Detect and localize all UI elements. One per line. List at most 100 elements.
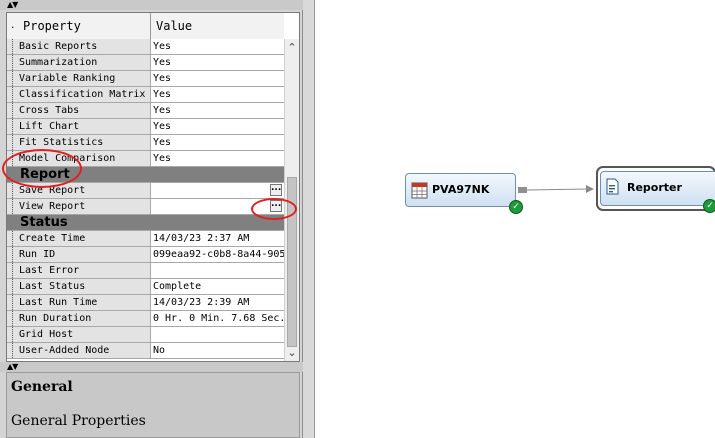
header-value[interactable]: Value	[156, 13, 192, 39]
property-row[interactable]: Basic Reports Yes	[7, 39, 284, 55]
panel-splitter[interactable]	[303, 0, 315, 438]
node-output-port[interactable]	[518, 187, 527, 193]
node-reporter-selected[interactable]: Reporter	[596, 166, 715, 211]
property-value[interactable]	[151, 327, 284, 342]
property-row[interactable]: View Report...	[7, 199, 284, 215]
property-row[interactable]: Summarization Yes	[7, 55, 284, 71]
property-value-text: 0 Hr. 0 Min. 7.68 Sec.	[153, 313, 284, 324]
header-dot: .	[10, 21, 16, 31]
property-value-text: Yes	[153, 121, 172, 132]
collapse-arrows-icon[interactable]: ▲▼	[7, 362, 18, 372]
property-value[interactable]: Yes	[151, 119, 284, 134]
panel-collapse-bar-bottom[interactable]: ▲▼	[0, 362, 303, 372]
property-name: Classification Matrix	[7, 87, 151, 102]
property-value[interactable]: Yes	[151, 39, 284, 54]
property-name: Basic Reports	[7, 39, 151, 54]
property-row[interactable]: Save Report...	[7, 183, 284, 199]
arrowhead-icon	[586, 185, 594, 193]
panel-collapse-bar-top[interactable]: ▲▼	[0, 0, 303, 10]
section-title: Status	[20, 215, 68, 230]
property-value[interactable]: Yes	[151, 103, 284, 118]
section-header[interactable]: Status	[7, 215, 284, 231]
property-value-text: Yes	[153, 57, 172, 68]
property-value[interactable]: 14/03/23 2:37 AM	[151, 231, 284, 246]
connection-arrow	[526, 188, 590, 191]
property-value-text: Yes	[153, 89, 172, 100]
property-row[interactable]: Classification Matrix Yes	[7, 87, 284, 103]
property-value[interactable]: Complete	[151, 279, 284, 294]
grid-header: . Property Value	[7, 13, 284, 40]
property-value-text: Yes	[153, 73, 172, 84]
property-value-text: Yes	[153, 153, 172, 164]
property-row[interactable]: User-Added Node No	[7, 343, 284, 359]
property-name: Fit Statistics	[7, 135, 151, 150]
property-name: Run Duration	[7, 311, 151, 326]
vertical-scrollbar[interactable]: ⌃ ⌄	[284, 39, 299, 361]
property-value[interactable]: No	[151, 343, 284, 358]
property-value[interactable]	[151, 263, 284, 278]
property-name: Model Comparison	[7, 151, 151, 166]
property-name: Run ID	[7, 247, 151, 262]
header-property[interactable]: Property	[23, 13, 81, 39]
property-row[interactable]: Last Status Complete	[7, 279, 284, 295]
property-row[interactable]: Cross Tabs Yes	[7, 103, 284, 119]
property-row[interactable]: Create Time 14/03/23 2:37 AM	[7, 231, 284, 247]
property-row[interactable]: Last Run Time 14/03/23 2:39 AM	[7, 295, 284, 311]
property-row[interactable]: Model Comparison Yes	[7, 151, 284, 167]
general-description: General Properties	[11, 413, 146, 429]
property-value[interactable]: 14/03/23 2:39 AM	[151, 295, 284, 310]
property-name: Last Error	[7, 263, 151, 278]
scroll-up-icon[interactable]: ⌃	[286, 42, 298, 54]
property-row[interactable]: Run ID 099eaa92-c0b8-8a44-905	[7, 247, 284, 263]
report-document-icon	[606, 178, 619, 195]
property-value[interactable]: 099eaa92-c0b8-8a44-905	[151, 247, 284, 262]
property-name: Grid Host	[7, 327, 151, 342]
collapse-arrows-icon[interactable]: ▲▼	[7, 0, 18, 10]
property-value-text: 099eaa92-c0b8-8a44-905	[153, 249, 284, 260]
property-row[interactable]: Variable Ranking Yes	[7, 71, 284, 87]
ellipsis-button[interactable]: ...	[270, 200, 282, 212]
property-value[interactable]: ...	[151, 183, 284, 198]
property-value[interactable]: ...	[151, 199, 284, 214]
property-value-text: Yes	[153, 41, 172, 52]
property-name: Create Time	[7, 231, 151, 246]
property-value[interactable]: Yes	[151, 55, 284, 70]
property-name: Summarization	[7, 55, 151, 70]
property-name: Cross Tabs	[7, 103, 151, 118]
status-complete-icon: ✓	[509, 200, 523, 214]
diagram-canvas[interactable]: PVA97NK ✓ Reporter ✓	[315, 0, 715, 438]
section-title: Report	[20, 167, 70, 182]
node-pva97nk[interactable]: PVA97NK	[405, 173, 516, 207]
property-value[interactable]: Yes	[151, 151, 284, 166]
general-panel: General General Properties	[6, 372, 300, 438]
property-name: Lift Chart	[7, 119, 151, 134]
property-name: Variable Ranking	[7, 71, 151, 86]
status-complete-icon: ✓	[703, 199, 715, 213]
property-row[interactable]: Run Duration 0 Hr. 0 Min. 7.68 Sec.	[7, 311, 284, 327]
property-value-text: Complete	[153, 281, 202, 292]
property-value-text: 14/03/23 2:39 AM	[153, 297, 250, 308]
property-grid: . Property Value Basic Reports Yes Summari…	[6, 12, 300, 362]
property-name: User-Added Node	[7, 343, 151, 358]
property-row[interactable]: Lift Chart Yes	[7, 119, 284, 135]
property-value-text: 14/03/23 2:37 AM	[153, 233, 250, 244]
property-value[interactable]: Yes	[151, 71, 284, 86]
scroll-down-icon[interactable]: ⌄	[286, 347, 298, 359]
scrollbar-thumb[interactable]	[287, 177, 297, 347]
property-row[interactable]: Last Error	[7, 263, 284, 279]
property-row[interactable]: Grid Host	[7, 327, 284, 343]
property-value[interactable]: Yes	[151, 135, 284, 150]
property-value-text: No	[153, 345, 166, 356]
property-value[interactable]: 0 Hr. 0 Min. 7.68 Sec.	[151, 311, 284, 326]
property-row[interactable]: Fit Statistics Yes	[7, 135, 284, 151]
node-reporter[interactable]: Reporter	[600, 171, 715, 206]
node-label: Reporter	[627, 181, 682, 194]
section-header[interactable]: Report	[7, 167, 284, 183]
ellipsis-button[interactable]: ...	[270, 184, 282, 196]
connection-layer	[526, 185, 594, 193]
property-value-text: Yes	[153, 105, 172, 116]
property-value[interactable]: Yes	[151, 87, 284, 102]
general-title: General	[11, 379, 73, 395]
property-name: Save Report	[7, 183, 151, 198]
data-table-icon	[411, 182, 428, 199]
